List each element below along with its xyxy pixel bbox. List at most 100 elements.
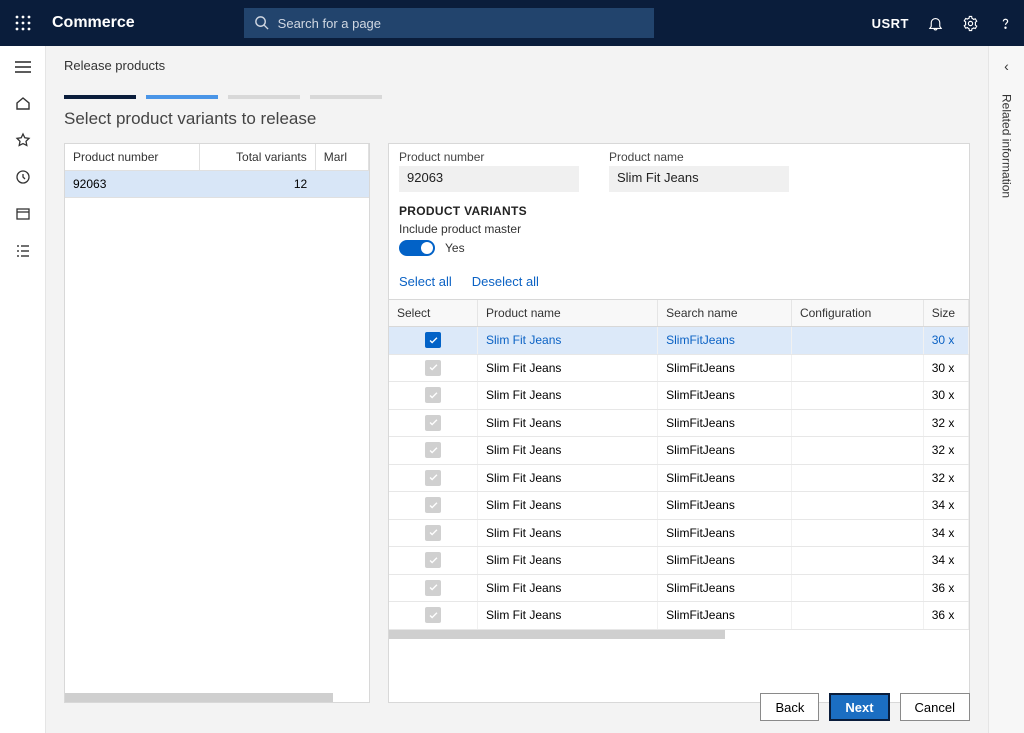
hamburger-icon[interactable]: [14, 60, 32, 79]
bell-icon[interactable]: [927, 15, 944, 32]
variant-checkbox-cell[interactable]: [389, 354, 478, 382]
cell-product-name: Slim Fit Jeans: [478, 547, 658, 575]
wizard-steps: [64, 95, 970, 99]
col-marked[interactable]: Marl: [315, 144, 368, 171]
product-name-field[interactable]: Slim Fit Jeans: [609, 166, 789, 192]
checkbox-icon[interactable]: [425, 580, 441, 596]
breadcrumb: Release products: [64, 58, 970, 73]
cell-search-name: SlimFitJeans: [658, 464, 792, 492]
checkbox-icon[interactable]: [425, 607, 441, 623]
related-info-label[interactable]: Related information: [1000, 94, 1014, 198]
deselect-all-link[interactable]: Deselect all: [472, 274, 539, 289]
cell-size: 32 x: [923, 437, 968, 465]
step-1: [64, 95, 136, 99]
cell-configuration: [791, 437, 923, 465]
vcol-configuration[interactable]: Configuration: [791, 300, 923, 327]
cell-product-name: Slim Fit Jeans: [478, 574, 658, 602]
help-icon[interactable]: [997, 15, 1014, 32]
variant-checkbox-cell[interactable]: [389, 382, 478, 410]
table-row[interactable]: Slim Fit JeansSlimFitJeans32 x: [389, 437, 969, 465]
cell-size: 34 x: [923, 492, 968, 520]
cell-configuration: [791, 602, 923, 630]
product-number-field[interactable]: 92063: [399, 166, 579, 192]
detail-panel: Product number 92063 Product name Slim F…: [388, 143, 970, 703]
variant-checkbox-cell[interactable]: [389, 519, 478, 547]
cell-configuration: [791, 382, 923, 410]
vcol-search-name[interactable]: Search name: [658, 300, 792, 327]
cell-configuration: [791, 464, 923, 492]
checkbox-icon[interactable]: [425, 497, 441, 513]
cancel-button[interactable]: Cancel: [900, 693, 970, 721]
workspace-icon[interactable]: [15, 206, 31, 227]
product-name-label: Product name: [609, 150, 789, 164]
variant-checkbox-cell[interactable]: [389, 409, 478, 437]
next-button[interactable]: Next: [829, 693, 889, 721]
table-row[interactable]: Slim Fit JeansSlimFitJeans30 x: [389, 327, 969, 355]
vcol-size[interactable]: Size: [923, 300, 968, 327]
checkbox-icon[interactable]: [425, 442, 441, 458]
cell-size: 30 x: [923, 354, 968, 382]
table-row[interactable]: Slim Fit JeansSlimFitJeans36 x: [389, 574, 969, 602]
table-row[interactable]: Slim Fit JeansSlimFitJeans30 x: [389, 382, 969, 410]
checkbox-icon[interactable]: [425, 387, 441, 403]
table-row[interactable]: Slim Fit JeansSlimFitJeans32 x: [389, 464, 969, 492]
select-all-link[interactable]: Select all: [399, 274, 452, 289]
table-row[interactable]: 9206312: [65, 171, 369, 198]
back-button[interactable]: Back: [760, 693, 819, 721]
checkbox-icon[interactable]: [425, 415, 441, 431]
top-bar: Commerce USRT: [0, 0, 1024, 46]
left-hscrollbar[interactable]: [65, 693, 369, 702]
vcol-product-name[interactable]: Product name: [478, 300, 658, 327]
home-icon[interactable]: [15, 95, 31, 116]
checkbox-icon[interactable]: [425, 525, 441, 541]
variant-checkbox-cell[interactable]: [389, 547, 478, 575]
step-3: [228, 95, 300, 99]
table-row[interactable]: Slim Fit JeansSlimFitJeans32 x: [389, 409, 969, 437]
variant-checkbox-cell[interactable]: [389, 602, 478, 630]
cell-total-variants: 12: [199, 171, 315, 198]
checkbox-icon[interactable]: [425, 552, 441, 568]
cell-configuration: [791, 519, 923, 547]
cell-size: 30 x: [923, 327, 968, 355]
recent-icon[interactable]: [15, 169, 31, 190]
cell-product-name: Slim Fit Jeans: [478, 354, 658, 382]
cell-product-name: Slim Fit Jeans: [478, 602, 658, 630]
app-launcher-icon[interactable]: [0, 0, 46, 46]
variant-checkbox-cell[interactable]: [389, 464, 478, 492]
variants-table: Select Product name Search name Configur…: [389, 300, 969, 639]
variants-hscrollbar[interactable]: [389, 630, 969, 639]
user-label[interactable]: USRT: [872, 16, 909, 31]
checkbox-icon[interactable]: [425, 360, 441, 376]
star-icon[interactable]: [15, 132, 31, 153]
variant-checkbox-cell[interactable]: [389, 327, 478, 355]
variant-checkbox-cell[interactable]: [389, 574, 478, 602]
table-row[interactable]: Slim Fit JeansSlimFitJeans34 x: [389, 492, 969, 520]
cell-product-name: Slim Fit Jeans: [478, 464, 658, 492]
step-2: [146, 95, 218, 99]
search-input[interactable]: [244, 8, 654, 38]
chevron-left-icon[interactable]: ‹: [989, 46, 1024, 74]
include-master-toggle[interactable]: [399, 240, 435, 256]
table-row[interactable]: Slim Fit JeansSlimFitJeans30 x: [389, 354, 969, 382]
table-row[interactable]: Slim Fit JeansSlimFitJeans34 x: [389, 519, 969, 547]
cell-configuration: [791, 354, 923, 382]
wizard-footer: Back Next Cancel: [760, 693, 970, 721]
table-row[interactable]: Slim Fit JeansSlimFitJeans36 x: [389, 602, 969, 630]
brand-label: Commerce: [52, 14, 135, 32]
cell-size: 34 x: [923, 547, 968, 575]
gear-icon[interactable]: [962, 15, 979, 32]
col-product-number[interactable]: Product number: [65, 144, 199, 171]
cell-size: 36 x: [923, 602, 968, 630]
checkbox-icon[interactable]: [425, 332, 441, 348]
col-total-variants[interactable]: Total variants: [199, 144, 315, 171]
cell-search-name: SlimFitJeans: [658, 547, 792, 575]
cell-size: 30 x: [923, 382, 968, 410]
variant-checkbox-cell[interactable]: [389, 492, 478, 520]
checkbox-icon[interactable]: [425, 470, 441, 486]
modules-icon[interactable]: [15, 243, 31, 264]
table-row[interactable]: Slim Fit JeansSlimFitJeans 34 x: [389, 547, 969, 575]
variants-section-header: PRODUCT VARIANTS: [389, 192, 969, 222]
cell-configuration: [791, 409, 923, 437]
vcol-select[interactable]: Select: [389, 300, 478, 327]
variant-checkbox-cell[interactable]: [389, 437, 478, 465]
